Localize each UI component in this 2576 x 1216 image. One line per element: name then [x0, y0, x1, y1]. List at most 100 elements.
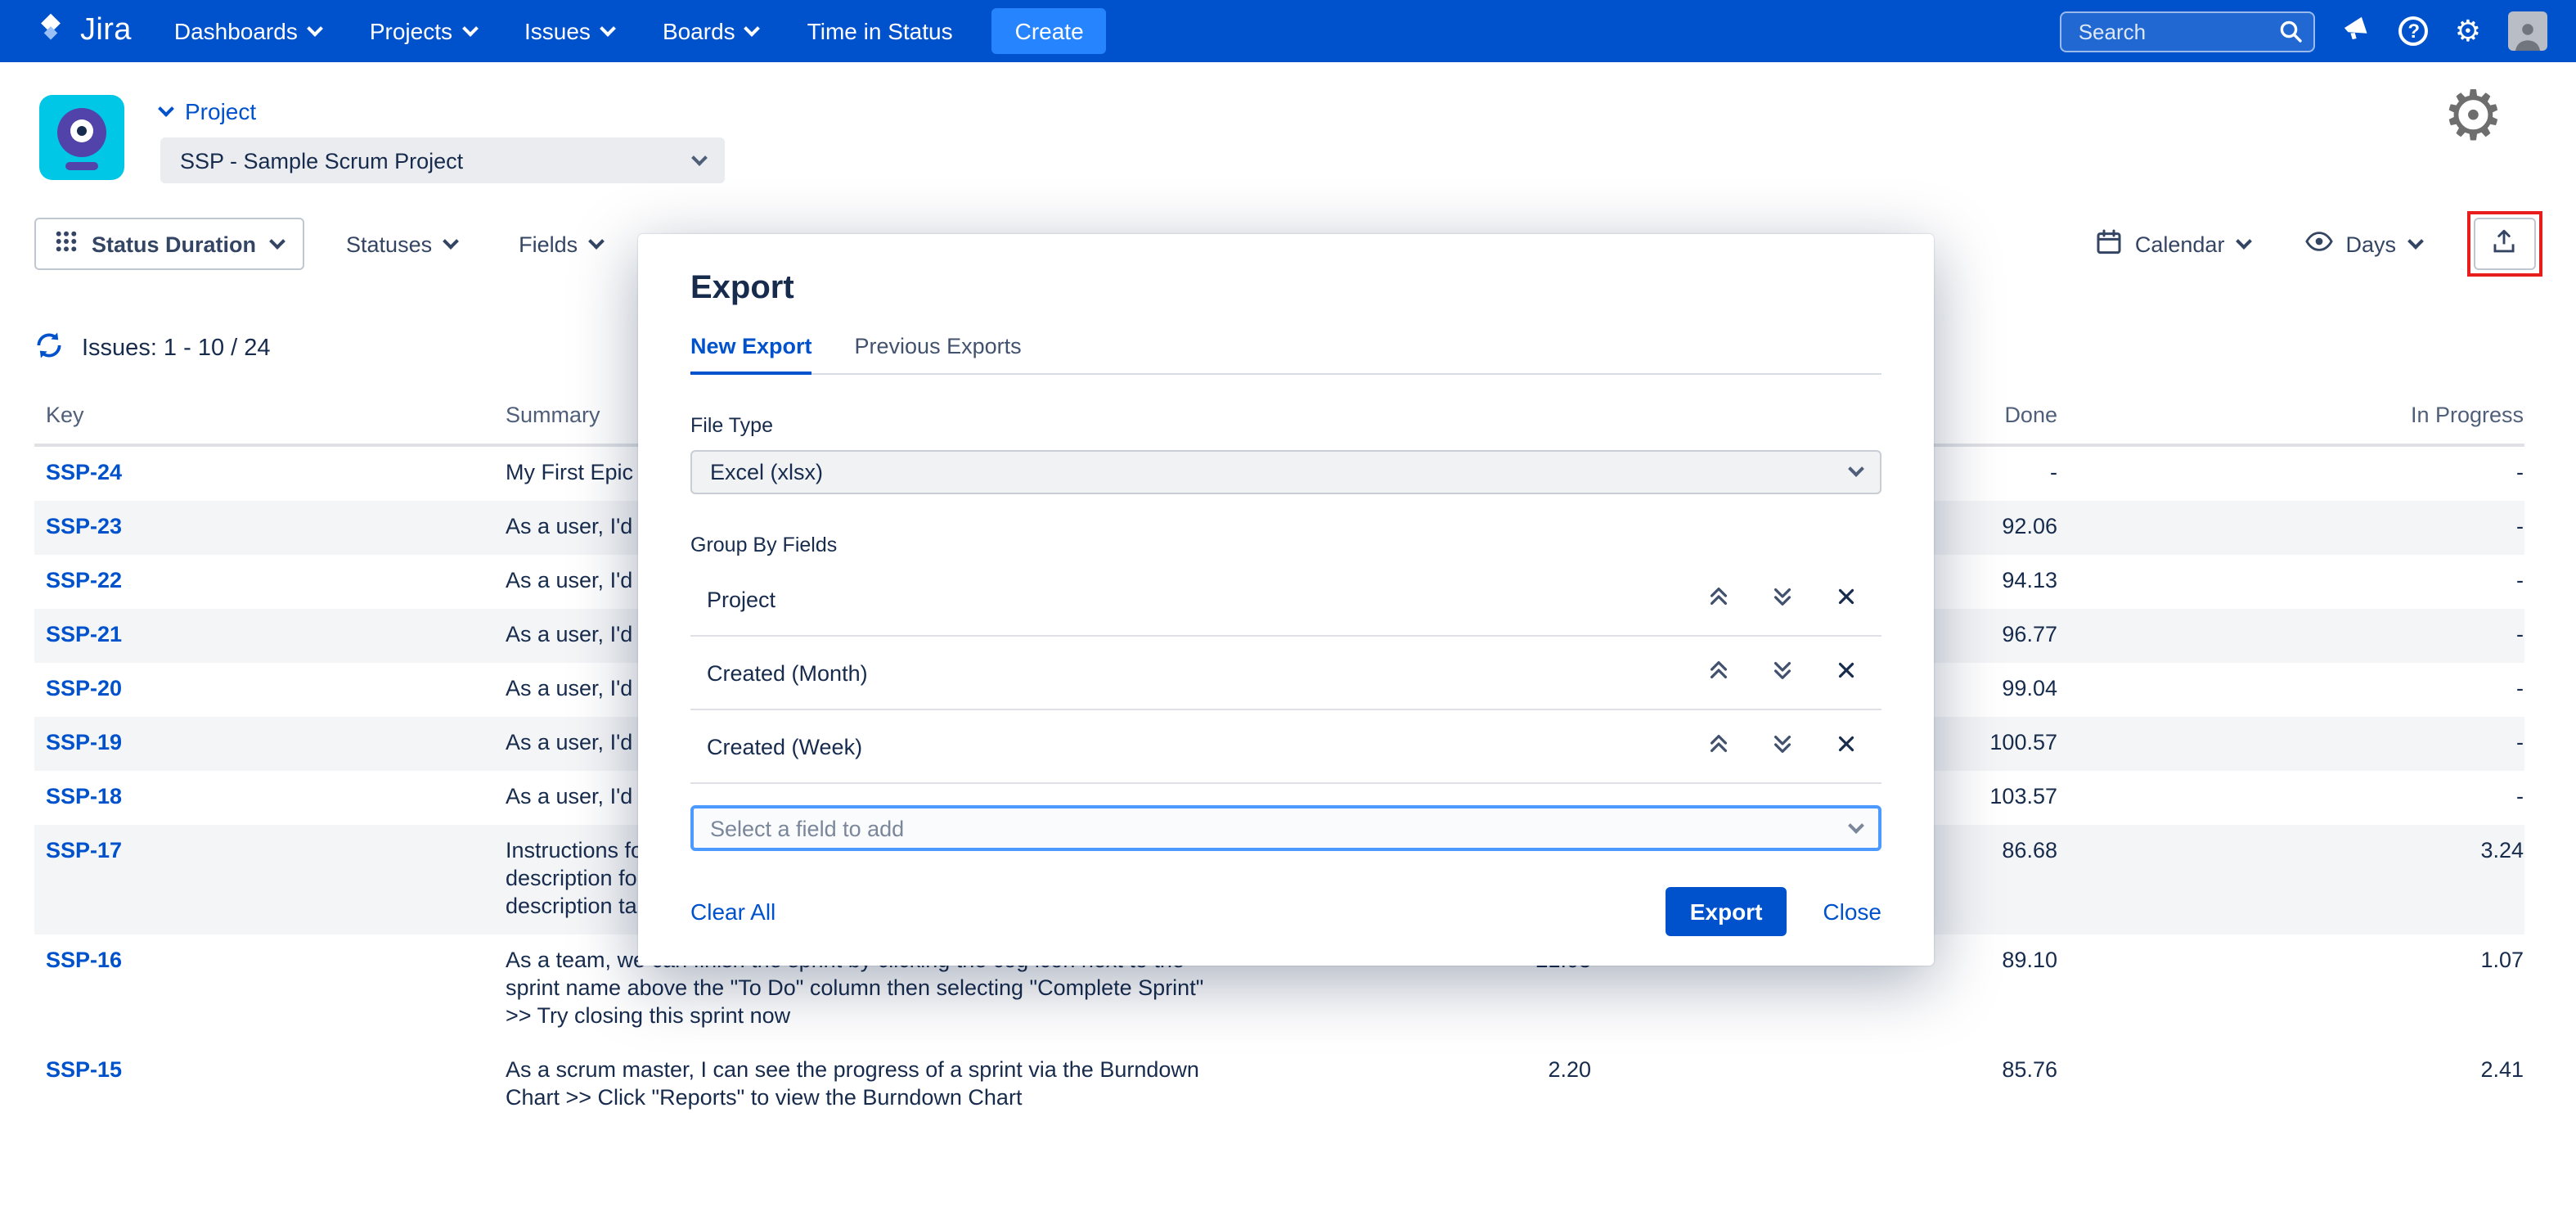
group-by-fields-label: Group By Fields — [690, 534, 1881, 556]
issue-in-progress-value: 3.24 — [2057, 838, 2524, 921]
move-up-button[interactable] — [1706, 732, 1731, 761]
issue-key-link[interactable]: SSP-16 — [46, 948, 122, 972]
tab-new-export[interactable]: New Export — [690, 334, 812, 375]
clear-all-link[interactable]: Clear All — [690, 898, 775, 925]
issue-in-progress-value: - — [2057, 460, 2524, 488]
issue-done-value: 85.76 — [1591, 1057, 2057, 1113]
brand-name: Jira — [80, 13, 132, 49]
chevron-down-icon — [307, 20, 323, 36]
chevron-down-icon — [2236, 232, 2252, 249]
issues-count-text: Issues: 1 - 10 / 24 — [82, 336, 271, 362]
group-by-field-row: Project — [690, 563, 1881, 637]
chevron-down-icon — [2407, 232, 2423, 249]
remove-field-button[interactable] — [1834, 732, 1859, 761]
chevron-down-icon — [588, 232, 605, 249]
header-key[interactable]: Key — [46, 403, 506, 427]
group-by-field-row: Created (Month) — [690, 637, 1881, 710]
statuses-dropdown[interactable]: Statuses — [346, 232, 456, 256]
project-select[interactable]: SSP - Sample Scrum Project — [160, 137, 725, 183]
issue-in-progress-value: - — [2057, 676, 2524, 704]
chevron-down-icon — [1848, 461, 1864, 477]
group-by-field-name: Created (Week) — [707, 734, 862, 759]
move-up-button[interactable] — [1706, 658, 1731, 687]
issue-key-link[interactable]: SSP-18 — [46, 784, 122, 808]
chevron-down-icon — [1848, 817, 1864, 833]
feedback-megaphone-icon[interactable] — [2342, 13, 2373, 49]
issue-key-link[interactable]: SSP-24 — [46, 460, 122, 484]
chevron-down-icon — [744, 20, 761, 36]
issue-key-link[interactable]: SSP-15 — [46, 1057, 122, 1082]
remove-field-button[interactable] — [1834, 584, 1859, 614]
nav-item-time-in-status[interactable]: Time in Status — [807, 18, 953, 44]
breadcrumb-project[interactable]: Project — [160, 98, 725, 124]
issue-in-progress-value: - — [2057, 622, 2524, 650]
header-in-progress[interactable]: In Progress — [2057, 403, 2524, 427]
top-nav: Jira Dashboards Projects Issues Boards T… — [0, 0, 2576, 62]
move-down-button[interactable] — [1770, 658, 1795, 687]
double-chevron-up-icon — [1706, 584, 1731, 614]
issue-key-link[interactable]: SSP-21 — [46, 622, 122, 646]
jira-logo-icon — [33, 9, 69, 53]
user-avatar[interactable] — [2507, 11, 2547, 51]
x-icon — [1834, 584, 1859, 614]
nav-item-issues[interactable]: Issues — [524, 18, 614, 44]
grid-icon — [56, 231, 77, 257]
double-chevron-down-icon — [1770, 732, 1795, 761]
export-modal: Export New Export Previous Exports File … — [638, 234, 1934, 966]
file-type-label: File Type — [690, 414, 1881, 437]
modal-export-button[interactable]: Export — [1666, 887, 1787, 936]
status-duration-dropdown[interactable]: Status Duration — [34, 218, 303, 270]
gear-icon[interactable]: ⚙ — [2455, 16, 2481, 46]
issue-key-link[interactable]: SSP-22 — [46, 568, 122, 592]
search-wrap — [2061, 11, 2316, 52]
issue-key-link[interactable]: SSP-19 — [46, 730, 122, 754]
modal-close-link[interactable]: Close — [1823, 898, 1881, 925]
project-header: Project SSP - Sample Scrum Project ⚙ — [0, 62, 2576, 183]
export-icon — [2490, 227, 2518, 260]
tab-previous-exports[interactable]: Previous Exports — [855, 334, 1022, 373]
double-chevron-down-icon — [1770, 584, 1795, 614]
nav-item-dashboards[interactable]: Dashboards — [174, 18, 321, 44]
x-icon — [1834, 732, 1859, 761]
help-icon[interactable]: ? — [2399, 16, 2429, 46]
issue-summary: As a scrum master, I can see the progres… — [506, 1057, 1395, 1113]
settings-gear-icon[interactable]: ⚙ — [2443, 82, 2504, 151]
group-by-field-name: Created (Month) — [707, 660, 868, 685]
search-icon[interactable] — [2278, 17, 2304, 52]
issue-col3-value: 2.20 — [1395, 1057, 1591, 1113]
modal-title: Export — [690, 270, 1881, 308]
nav-menu: Dashboards Projects Issues Boards Time i… — [174, 18, 953, 44]
remove-field-button[interactable] — [1834, 658, 1859, 687]
chevron-down-icon — [443, 232, 459, 249]
add-field-select[interactable]: Select a field to add — [690, 805, 1881, 851]
double-chevron-up-icon — [1706, 732, 1731, 761]
issue-key-link[interactable]: SSP-17 — [46, 838, 122, 862]
move-down-button[interactable] — [1770, 584, 1795, 614]
jira-logo[interactable]: Jira — [33, 9, 132, 53]
create-button[interactable]: Create — [992, 8, 1107, 54]
chevron-down-icon — [691, 149, 708, 165]
refresh-icon[interactable] — [34, 331, 64, 367]
double-chevron-up-icon — [1706, 658, 1731, 687]
export-button[interactable] — [2473, 218, 2535, 270]
nav-item-boards[interactable]: Boards — [663, 18, 758, 44]
issue-key-link[interactable]: SSP-23 — [46, 514, 122, 538]
chevron-down-icon — [268, 232, 285, 249]
move-down-button[interactable] — [1770, 732, 1795, 761]
fields-dropdown[interactable]: Fields — [519, 232, 602, 256]
group-by-field-row: Created (Week) — [690, 710, 1881, 784]
click-target-highlight — [2466, 211, 2542, 277]
jira-app: Jira Dashboards Projects Issues Boards T… — [0, 0, 2576, 1216]
file-type-select[interactable]: Excel (xlsx) — [690, 450, 1881, 494]
issue-key-link[interactable]: SSP-20 — [46, 676, 122, 700]
double-chevron-down-icon — [1770, 658, 1795, 687]
project-avatar — [39, 95, 124, 180]
issue-in-progress-value: - — [2057, 514, 2524, 542]
modal-tabs: New Export Previous Exports — [690, 334, 1881, 375]
eye-icon — [2304, 231, 2332, 257]
issue-in-progress-value: 2.41 — [2057, 1057, 2524, 1113]
calendar-dropdown[interactable]: Calendar — [2096, 228, 2250, 259]
nav-item-projects[interactable]: Projects — [370, 18, 475, 44]
days-dropdown[interactable]: Days — [2304, 231, 2421, 257]
move-up-button[interactable] — [1706, 584, 1731, 614]
